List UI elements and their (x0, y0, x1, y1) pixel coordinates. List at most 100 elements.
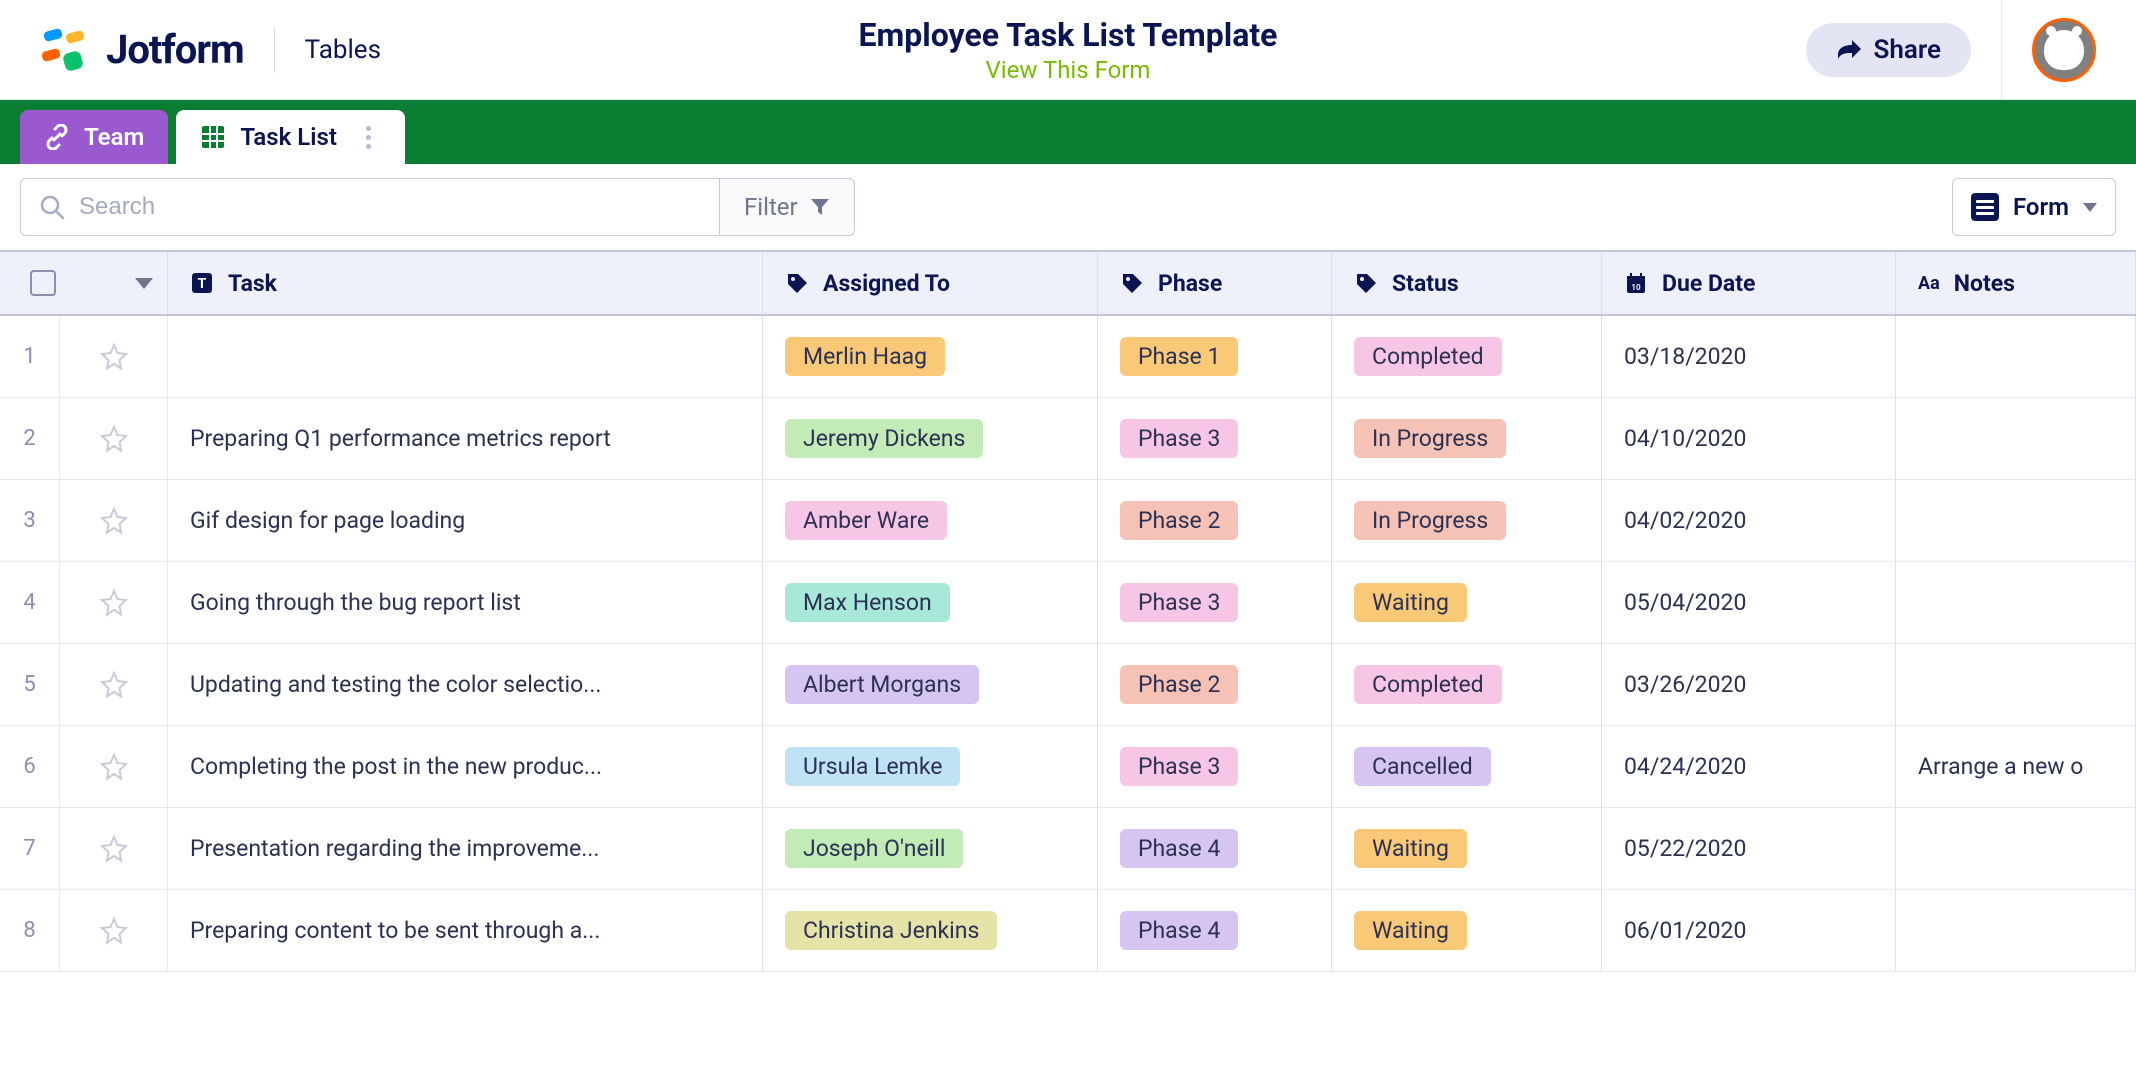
cell-notes[interactable] (1896, 398, 2136, 479)
star-button[interactable] (60, 890, 168, 971)
cell-assigned[interactable]: Merlin Haag (763, 316, 1098, 397)
row-number: 5 (0, 644, 60, 725)
tab-task-list[interactable]: Task List (176, 110, 405, 164)
cell-due-date[interactable]: 05/22/2020 (1602, 808, 1896, 889)
star-button[interactable] (60, 562, 168, 643)
title-block: Employee Task List Template View This Fo… (859, 16, 1278, 84)
cell-phase[interactable]: Phase 3 (1098, 562, 1332, 643)
cell-notes[interactable] (1896, 562, 2136, 643)
column-header-task[interactable]: T Task (168, 252, 763, 314)
column-label: Status (1392, 270, 1459, 297)
cell-task[interactable]: Presentation regarding the improveme... (168, 808, 763, 889)
row-number: 1 (0, 316, 60, 397)
cell-assigned[interactable]: Amber Ware (763, 480, 1098, 561)
column-header-notes[interactable]: Aa Notes (1896, 252, 2136, 314)
cell-notes[interactable] (1896, 480, 2136, 561)
cell-task[interactable]: Preparing Q1 performance metrics report (168, 398, 763, 479)
cell-status[interactable]: In Progress (1332, 398, 1602, 479)
column-header-status[interactable]: Status (1332, 252, 1602, 314)
cell-task[interactable]: Gif design for page loading (168, 480, 763, 561)
cell-notes[interactable] (1896, 890, 2136, 971)
table-row[interactable]: 8 Preparing content to be sent through a.… (0, 890, 2136, 972)
cell-status[interactable]: Completed (1332, 644, 1602, 725)
column-header-phase[interactable]: Phase (1098, 252, 1332, 314)
table-row[interactable]: 4Going through the bug report listMax He… (0, 562, 2136, 644)
cell-task[interactable]: Preparing content to be sent through a..… (168, 890, 763, 971)
cell-due-date[interactable]: 04/10/2020 (1602, 398, 1896, 479)
avatar[interactable] (2032, 18, 2096, 82)
cell-status[interactable]: Waiting (1332, 562, 1602, 643)
cell-phase[interactable]: Phase 3 (1098, 726, 1332, 807)
table-row[interactable]: 6Completing the post in the new produc..… (0, 726, 2136, 808)
cell-status[interactable]: Cancelled (1332, 726, 1602, 807)
cell-task[interactable]: Going through the bug report list (168, 562, 763, 643)
star-button[interactable] (60, 808, 168, 889)
column-label: Phase (1158, 270, 1222, 297)
cell-due-date[interactable]: 05/04/2020 (1602, 562, 1896, 643)
cell-assigned[interactable]: Ursula Lemke (763, 726, 1098, 807)
search-box[interactable] (20, 178, 720, 236)
star-button[interactable] (60, 316, 168, 397)
cell-due-date[interactable]: 06/01/2020 (1602, 890, 1896, 971)
cell-phase[interactable]: Phase 3 (1098, 398, 1332, 479)
cell-status[interactable]: Completed (1332, 316, 1602, 397)
cell-status[interactable]: Waiting (1332, 890, 1602, 971)
chevron-down-icon[interactable] (135, 278, 153, 289)
select-all-checkbox[interactable] (30, 270, 56, 296)
grid-icon (200, 124, 226, 150)
cell-notes[interactable]: Arrange a new o (1896, 726, 2136, 807)
cell-due-date[interactable]: 03/18/2020 (1602, 316, 1896, 397)
share-button[interactable]: Share (1806, 23, 1971, 77)
filter-button[interactable]: Filter (720, 178, 855, 236)
logo-block: Jotform Tables (40, 26, 381, 74)
logo[interactable]: Jotform (40, 26, 244, 74)
cell-notes[interactable] (1896, 644, 2136, 725)
cell-notes[interactable] (1896, 316, 2136, 397)
cell-phase[interactable]: Phase 2 (1098, 644, 1332, 725)
header-controls (0, 252, 168, 314)
cell-due-date[interactable]: 04/02/2020 (1602, 480, 1896, 561)
search-input[interactable] (79, 193, 701, 221)
tag-icon (785, 271, 809, 295)
cell-task[interactable]: Updating and testing the color selectio.… (168, 644, 763, 725)
star-button[interactable] (60, 644, 168, 725)
table-header: T Task Assigned To Phase Status 10 Due D… (0, 252, 2136, 316)
cell-phase[interactable]: Phase 4 (1098, 890, 1332, 971)
cell-task[interactable] (168, 316, 763, 397)
cell-task[interactable]: Completing the post in the new produc... (168, 726, 763, 807)
cell-assigned[interactable]: Christina Jenkins (763, 890, 1098, 971)
tab-menu-icon[interactable] (357, 126, 381, 149)
page-title: Employee Task List Template (859, 16, 1278, 54)
table-row[interactable]: 5 Updating and testing the color selectio… (0, 644, 2136, 726)
cell-phase[interactable]: Phase 2 (1098, 480, 1332, 561)
divider (274, 27, 275, 73)
star-button[interactable] (60, 480, 168, 561)
table-row[interactable]: 2Preparing Q1 performance metrics report… (0, 398, 2136, 480)
row-number: 7 (0, 808, 60, 889)
cell-status[interactable]: In Progress (1332, 480, 1602, 561)
cell-assigned[interactable]: Albert Morgans (763, 644, 1098, 725)
share-icon (1836, 39, 1862, 61)
cell-phase[interactable]: Phase 1 (1098, 316, 1332, 397)
star-button[interactable] (60, 726, 168, 807)
star-button[interactable] (60, 398, 168, 479)
cell-assigned[interactable]: Max Henson (763, 562, 1098, 643)
table-row[interactable]: 7 Presentation regarding the improveme...… (0, 808, 2136, 890)
cell-assigned[interactable]: Joseph O'neill (763, 808, 1098, 889)
tab-team[interactable]: Team (20, 110, 168, 164)
table-row[interactable]: 1 Merlin HaagPhase 1Completed03/18/2020 (0, 316, 2136, 398)
view-form-link[interactable]: View This Form (859, 56, 1278, 84)
cell-notes[interactable] (1896, 808, 2136, 889)
row-number: 8 (0, 890, 60, 971)
section-label[interactable]: Tables (305, 35, 381, 65)
cell-phase[interactable]: Phase 4 (1098, 808, 1332, 889)
cell-due-date[interactable]: 04/24/2020 (1602, 726, 1896, 807)
cell-assigned[interactable]: Jeremy Dickens (763, 398, 1098, 479)
form-button[interactable]: Form (1952, 178, 2116, 236)
column-header-due-date[interactable]: 10 Due Date (1602, 252, 1896, 314)
cell-due-date[interactable]: 03/26/2020 (1602, 644, 1896, 725)
cell-status[interactable]: Waiting (1332, 808, 1602, 889)
tag-icon (1120, 271, 1144, 295)
column-header-assigned[interactable]: Assigned To (763, 252, 1098, 314)
table-row[interactable]: 3Gif design for page loadingAmber WarePh… (0, 480, 2136, 562)
